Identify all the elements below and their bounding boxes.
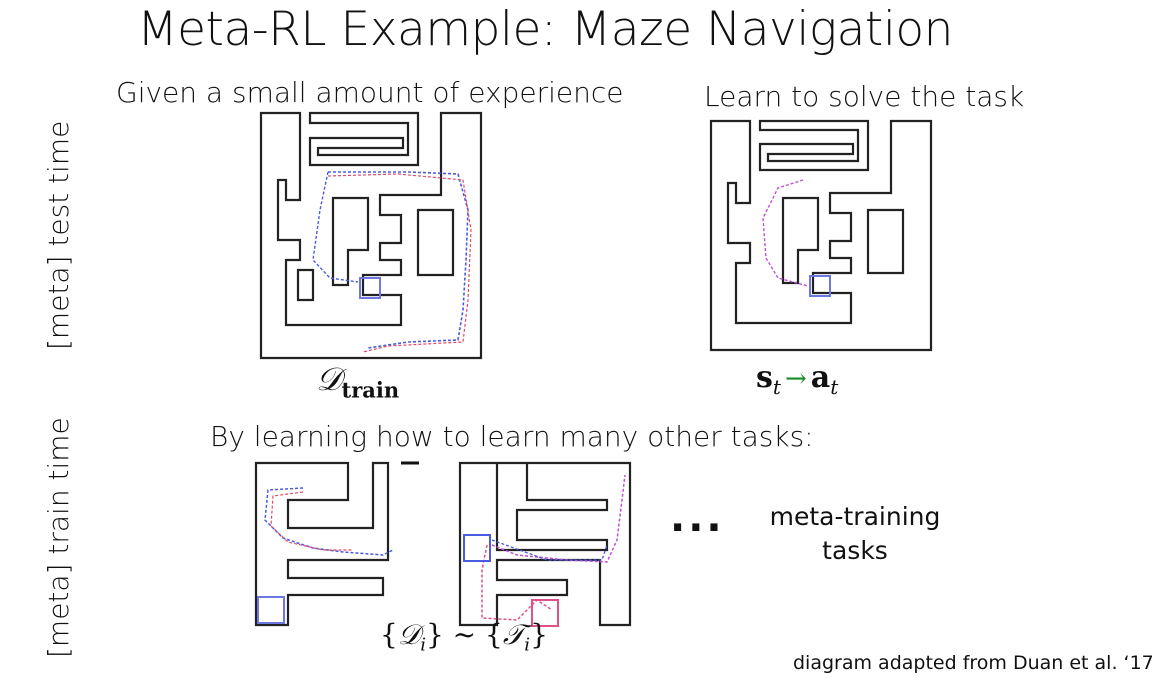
math-s-subscript: t xyxy=(772,375,781,399)
caption-given-experience: Given a small amount of experience xyxy=(116,76,624,109)
math-d-symbol: 𝒟 xyxy=(316,360,342,398)
math-d-subscript: train xyxy=(341,377,400,403)
math-d-train: 𝒟train xyxy=(316,360,399,402)
ellipsis: ··· xyxy=(670,505,725,551)
math-a-symbol: a xyxy=(810,360,831,395)
math-t-i-symbol: 𝒯 xyxy=(502,618,525,651)
math-sim: } ~ { xyxy=(425,618,503,651)
side-label-train-time: [meta] train time xyxy=(42,417,75,658)
arrow-icon: → xyxy=(784,364,807,394)
math-d-i-symbol: 𝒟 xyxy=(397,618,421,651)
test-maze-experience xyxy=(259,111,483,360)
math-a-subscript: t xyxy=(830,375,839,399)
math-tasks-distribution: {𝒟i} ~ {𝒯i} xyxy=(380,618,548,656)
meta-training-label-line-2: tasks xyxy=(822,536,888,565)
side-label-test-time: [meta] test time xyxy=(42,120,75,350)
caption-learning-to-learn: By learning how to learn many other task… xyxy=(210,420,814,453)
slide-title: Meta-RL Example: Maze Navigation xyxy=(137,2,953,57)
meta-training-label-line-1: meta-training xyxy=(769,502,941,531)
credit-text: diagram adapted from Duan et al. ‘17 xyxy=(793,652,1153,674)
caption-learn-to-solve: Learn to solve the task xyxy=(704,80,1025,113)
train-maze-2 xyxy=(458,461,632,627)
train-maze-1 xyxy=(254,461,419,627)
math-brace-close: } xyxy=(530,618,548,651)
math-brace-open: { xyxy=(380,618,398,651)
meta-training-tasks-label: meta-training tasks xyxy=(745,500,965,568)
test-maze-solution xyxy=(709,119,933,352)
math-s-symbol: s xyxy=(756,360,773,395)
math-state-to-action: st → at xyxy=(756,360,838,399)
